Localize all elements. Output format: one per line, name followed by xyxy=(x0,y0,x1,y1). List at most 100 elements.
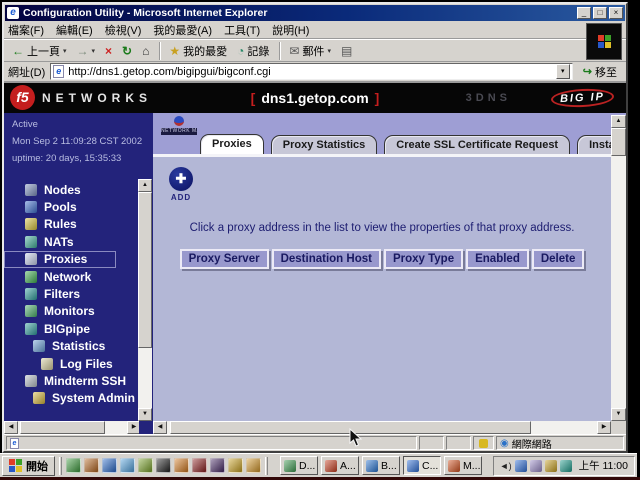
scroll-up-button[interactable] xyxy=(138,179,152,192)
tab-strip: NETWORK MAP Proxies Proxy Statistics Creat… xyxy=(153,113,626,157)
network-map-icon xyxy=(174,116,184,126)
tray-icon-5[interactable] xyxy=(560,460,572,472)
desktop: e Configuration Utility - Microsoft Inte… xyxy=(0,0,640,480)
scroll-left-button[interactable] xyxy=(153,421,167,434)
quicklaunch-icon-10[interactable] xyxy=(228,458,243,473)
sidebar-item-log-files[interactable]: Log Files xyxy=(4,355,153,372)
sidebar-item-rules[interactable]: Rules xyxy=(4,216,153,233)
back-label: 上一頁 xyxy=(27,43,60,59)
menu-item-v[interactable]: 檢視(V) xyxy=(105,22,142,38)
quicklaunch-icon-9[interactable] xyxy=(210,458,225,473)
menu-item-h[interactable]: 說明(H) xyxy=(272,22,309,38)
taskbar-window-button-c[interactable]: C... xyxy=(403,456,441,475)
volume-icon[interactable] xyxy=(500,461,512,471)
menu-item-t[interactable]: 工具(T) xyxy=(224,22,260,38)
taskbar-window-button-d[interactable]: D... xyxy=(280,456,318,475)
scroll-down-button[interactable] xyxy=(138,408,152,421)
back-dropdown-icon[interactable] xyxy=(63,47,67,55)
sidebar-item-proxies[interactable]: Proxies xyxy=(4,251,116,268)
scroll-up-button[interactable] xyxy=(611,115,626,128)
quicklaunch-icon-1[interactable] xyxy=(66,458,81,473)
scroll-track[interactable] xyxy=(167,421,597,434)
history-button[interactable]: 記錄 xyxy=(233,41,273,61)
quicklaunch-icon-11[interactable] xyxy=(246,458,261,473)
scroll-track[interactable] xyxy=(138,192,152,408)
maximize-button[interactable] xyxy=(593,7,607,19)
column-header-delete[interactable]: Delete xyxy=(532,249,585,269)
sidebar-item-nodes[interactable]: Nodes xyxy=(4,181,153,198)
start-button[interactable]: 開始 xyxy=(2,456,55,476)
ie-logo-icon: e xyxy=(7,7,19,19)
monitors-icon xyxy=(25,305,37,317)
stop-button[interactable] xyxy=(101,43,116,59)
quicklaunch-icon-7[interactable] xyxy=(174,458,189,473)
quicklaunch-icon-5[interactable] xyxy=(138,458,153,473)
sidebar-horizontal-scrollbar[interactable] xyxy=(4,421,141,434)
sidebar-item-system-admin[interactable]: System Admin xyxy=(4,390,153,407)
scroll-left-button[interactable] xyxy=(4,421,18,434)
tab-create-ssl-certificate-request[interactable]: Create SSL Certificate Request xyxy=(384,135,570,154)
sidebar-item-pools[interactable]: Pools xyxy=(4,198,153,215)
sidebar-item-filters[interactable]: Filters xyxy=(4,285,153,302)
bigpipe-icon xyxy=(25,323,37,335)
quicklaunch-icon-8[interactable] xyxy=(192,458,207,473)
sidebar-item-nats[interactable]: NATs xyxy=(4,233,153,250)
forward-button[interactable] xyxy=(73,43,100,59)
back-button[interactable]: 上一頁 xyxy=(8,41,71,61)
column-header-destination-host[interactable]: Destination Host xyxy=(272,249,381,269)
favorites-button[interactable]: 我的最愛 xyxy=(165,41,231,61)
status-pane xyxy=(419,436,444,450)
column-header-enabled[interactable]: Enabled xyxy=(466,249,529,269)
column-header-proxy-type[interactable]: Proxy Type xyxy=(384,249,463,269)
forward-dropdown-icon[interactable] xyxy=(92,47,96,55)
column-header-proxy-server[interactable]: Proxy Server xyxy=(180,249,269,269)
scroll-track[interactable] xyxy=(611,128,626,408)
scroll-thumb[interactable] xyxy=(611,128,626,156)
sidebar-item-label: Rules xyxy=(44,217,77,231)
main-vertical-scrollbar[interactable] xyxy=(611,115,626,421)
tray-icon-2[interactable] xyxy=(515,460,527,472)
minimize-button[interactable] xyxy=(577,7,591,19)
title-bar[interactable]: e Configuration Utility - Microsoft Inte… xyxy=(5,5,625,21)
print-button[interactable] xyxy=(337,43,356,59)
sidebar-item-bigpipe[interactable]: BIGpipe xyxy=(4,320,153,337)
refresh-button[interactable] xyxy=(118,43,136,59)
quicklaunch-icon-2[interactable] xyxy=(84,458,99,473)
scroll-thumb[interactable] xyxy=(138,192,152,348)
go-button[interactable]: 移至 xyxy=(578,63,622,81)
close-button[interactable] xyxy=(609,7,623,19)
page-content: f5 NETWORKS [dns1.getop.com] 3DNS BIG IP… xyxy=(4,83,626,434)
tab-proxies[interactable]: Proxies xyxy=(200,134,264,154)
mail-dropdown-icon[interactable] xyxy=(327,47,331,55)
tray-icon-4[interactable] xyxy=(545,460,557,472)
taskbar-clock[interactable]: 上午 11:00 xyxy=(579,458,628,473)
menu-item-f[interactable]: 檔案(F) xyxy=(8,22,44,38)
sidebar-item-network[interactable]: Network xyxy=(4,268,153,285)
menu-item-e[interactable]: 編輯(E) xyxy=(56,22,93,38)
scroll-down-button[interactable] xyxy=(611,408,626,421)
tray-icon-3[interactable] xyxy=(530,460,542,472)
taskbar-window-button-m[interactable]: M... xyxy=(444,456,482,475)
sidebar-vertical-scrollbar[interactable] xyxy=(138,179,152,421)
scroll-track[interactable] xyxy=(18,421,127,434)
quicklaunch-icon-3[interactable] xyxy=(102,458,117,473)
address-dropdown-button[interactable] xyxy=(556,64,570,79)
network-map-button[interactable]: NETWORK MAP xyxy=(161,116,197,135)
address-input[interactable]: e http://dns1.getop.com/bigipgui/bigconf… xyxy=(50,63,573,80)
sidebar-item-statistics[interactable]: Statistics xyxy=(4,338,153,355)
home-button[interactable] xyxy=(138,43,153,59)
scrollbar-corner xyxy=(139,421,153,434)
quicklaunch-icon-4[interactable] xyxy=(120,458,135,473)
sidebar-item-monitors[interactable]: Monitors xyxy=(4,303,153,320)
sidebar-item-mindterm-ssh[interactable]: Mindterm SSH xyxy=(4,372,153,389)
menu-item-a[interactable]: 我的最愛(A) xyxy=(153,22,212,38)
taskbar-window-button-b[interactable]: B... xyxy=(362,456,400,475)
tab-proxy-statistics[interactable]: Proxy Statistics xyxy=(271,135,378,154)
mail-button[interactable]: 郵件 xyxy=(285,41,335,61)
quicklaunch-icon-6[interactable] xyxy=(156,458,171,473)
add-button[interactable]: ✚ xyxy=(169,167,193,191)
main-horizontal-scrollbar[interactable] xyxy=(153,421,611,434)
taskbar-window-button-a[interactable]: A... xyxy=(321,456,359,475)
scroll-thumb[interactable] xyxy=(20,421,105,434)
scroll-right-button[interactable] xyxy=(597,421,611,434)
